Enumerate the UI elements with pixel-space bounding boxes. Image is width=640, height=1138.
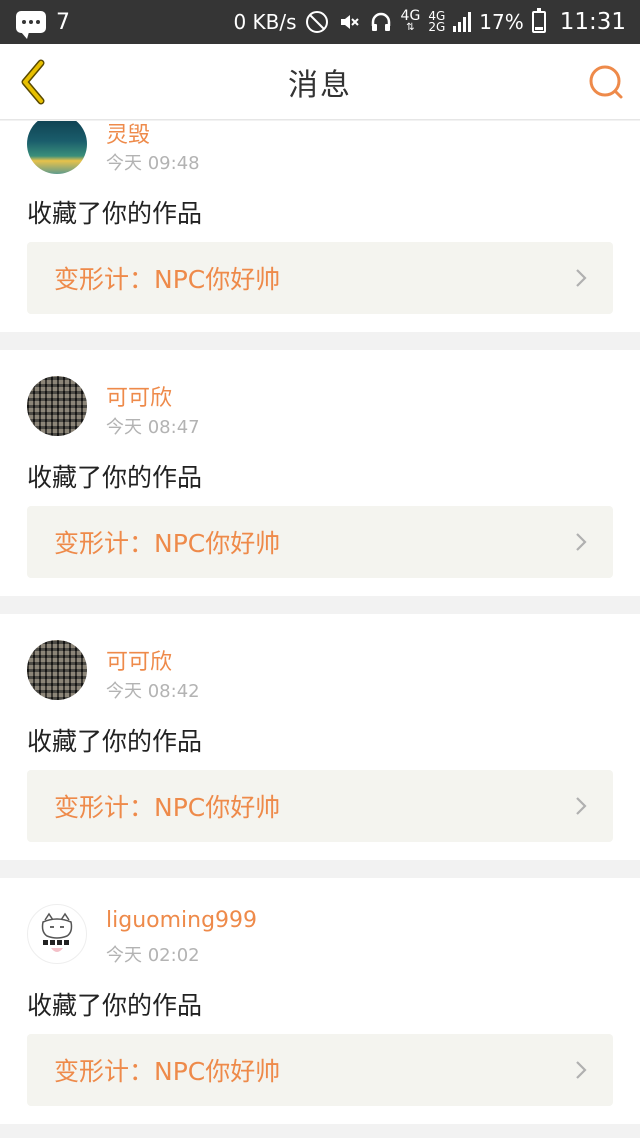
username[interactable]: 可可欣 bbox=[106, 380, 172, 412]
back-button[interactable] bbox=[14, 56, 54, 108]
chevron-right-icon bbox=[576, 533, 587, 551]
work-link[interactable]: 变形计：NPC你好帅 bbox=[27, 506, 613, 578]
action-text: 收藏了你的作品 bbox=[27, 991, 203, 1020]
action-text: 收藏了你的作品 bbox=[27, 463, 203, 492]
clock: 11:31 bbox=[559, 9, 626, 35]
work-title: 变形计：NPC你好帅 bbox=[54, 529, 281, 558]
do-not-disturb-icon bbox=[305, 10, 329, 34]
page-title: 消息 bbox=[288, 67, 352, 103]
work-title: 变形计：NPC你好帅 bbox=[54, 1057, 281, 1086]
signal-indicator: 4G 2G bbox=[428, 10, 446, 34]
status-left: 7 bbox=[16, 9, 70, 39]
status-bar: 7 0 KB/s 4G ⇅ 4G 2G 17% 11:31 bbox=[0, 0, 640, 44]
nav-bar: 消息 bbox=[0, 44, 640, 120]
action-text: 收藏了你的作品 bbox=[27, 199, 203, 228]
net-sub-bottom-label: 2G bbox=[428, 20, 446, 34]
net-primary-label: 4G bbox=[400, 8, 421, 24]
headphones-icon bbox=[369, 10, 393, 34]
timestamp: 今天 08:42 bbox=[106, 681, 200, 702]
message-card: liguoming999 今天 02:02 收藏了你的作品 变形计：NPC你好帅 bbox=[0, 878, 640, 1124]
notification-count: 7 bbox=[56, 9, 70, 35]
message-notification-icon bbox=[16, 11, 46, 39]
chevron-right-icon bbox=[576, 797, 587, 815]
search-button[interactable] bbox=[586, 62, 626, 102]
work-link[interactable]: 变形计：NPC你好帅 bbox=[27, 1034, 613, 1106]
chevron-right-icon bbox=[576, 1061, 587, 1079]
username[interactable]: liguoming999 bbox=[106, 908, 257, 933]
signal-bars-icon bbox=[453, 12, 472, 32]
work-link[interactable]: 变形计：NPC你好帅 bbox=[27, 770, 613, 842]
chevron-left-icon bbox=[21, 59, 45, 105]
message-list[interactable]: 灵毁 今天 09:48 收藏了你的作品 变形计：NPC你好帅 可可欣 今天 08… bbox=[0, 121, 640, 1138]
user-avatar[interactable] bbox=[27, 904, 87, 964]
battery-percent: 17% bbox=[479, 10, 524, 34]
username[interactable]: 可可欣 bbox=[106, 644, 172, 676]
work-link[interactable]: 变形计：NPC你好帅 bbox=[27, 242, 613, 314]
user-avatar[interactable] bbox=[27, 376, 87, 436]
username[interactable]: 灵毁 bbox=[106, 121, 150, 149]
chevron-right-icon bbox=[576, 269, 587, 287]
battery-icon bbox=[531, 8, 546, 33]
action-text: 收藏了你的作品 bbox=[27, 727, 203, 756]
cat-icon bbox=[41, 912, 73, 952]
network-4g-indicator: 4G ⇅ bbox=[400, 8, 421, 33]
message-card: 可可欣 今天 08:47 收藏了你的作品 变形计：NPC你好帅 bbox=[0, 350, 640, 596]
network-speed: 0 KB/s bbox=[233, 10, 297, 34]
timestamp: 今天 08:47 bbox=[106, 417, 200, 438]
timestamp: 今天 09:48 bbox=[106, 153, 200, 174]
user-avatar[interactable] bbox=[27, 121, 87, 174]
message-card: 可可欣 今天 08:42 收藏了你的作品 变形计：NPC你好帅 bbox=[0, 614, 640, 860]
work-title: 变形计：NPC你好帅 bbox=[54, 265, 281, 294]
work-title: 变形计：NPC你好帅 bbox=[54, 793, 281, 822]
message-card: 灵毁 今天 09:48 收藏了你的作品 变形计：NPC你好帅 bbox=[0, 121, 640, 332]
mute-icon bbox=[337, 10, 361, 34]
timestamp: 今天 02:02 bbox=[106, 945, 200, 966]
search-icon bbox=[589, 65, 623, 99]
user-avatar[interactable] bbox=[27, 640, 87, 700]
status-right: 0 KB/s 4G ⇅ 4G 2G 17% 11:31 bbox=[233, 8, 626, 35]
